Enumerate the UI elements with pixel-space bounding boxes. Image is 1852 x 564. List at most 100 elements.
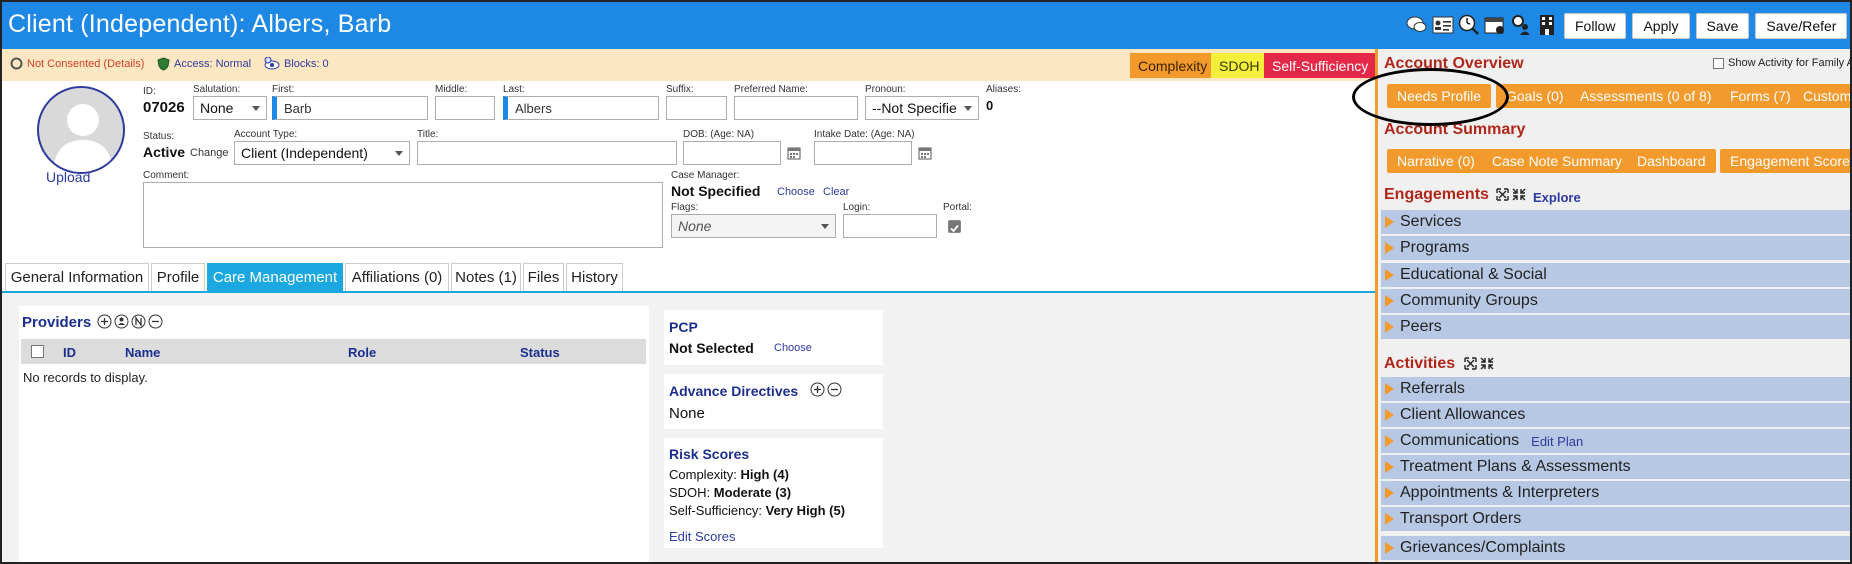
activity-item-label: Client Allowances <box>1400 406 1526 423</box>
expand-collapse-icon[interactable] <box>1496 188 1526 201</box>
follow-button[interactable]: Follow <box>1564 13 1627 39</box>
consent-status[interactable]: Not Consented (Details) <box>10 57 144 70</box>
upload-link[interactable]: Upload <box>46 169 90 185</box>
edit-scores-link[interactable]: Edit Scores <box>669 529 735 544</box>
save-refer-button[interactable]: Save/Refer <box>1755 13 1848 39</box>
activity-item-grievances[interactable]: Grievances/Complaints <box>1381 536 1850 560</box>
id-card-icon[interactable] <box>1432 14 1454 36</box>
self-sufficiency-badge[interactable]: Self-Sufficiency <box>1264 53 1377 78</box>
edit-plan-link[interactable]: Edit Plan <box>1531 434 1583 449</box>
assessments-button[interactable]: Assessments (0 of 8) <box>1570 84 1722 108</box>
salutation-select[interactable]: None <box>193 96 267 120</box>
engagement-item-label: Services <box>1400 213 1462 230</box>
id-label: ID: <box>143 86 156 97</box>
tab-bar: General Information Profile Care Managem… <box>2 260 1375 293</box>
flags-select[interactable]: None <box>671 214 836 238</box>
narrative-button[interactable]: Narrative (0) <box>1387 149 1485 173</box>
tab-notes[interactable]: Notes (1) <box>451 263 521 291</box>
sdoh-badge[interactable]: SDOH <box>1211 53 1268 78</box>
header-button-bar: Follow Apply Save Save/Refer Ca <box>1564 13 1850 39</box>
engagement-item-services[interactable]: Services <box>1381 210 1850 234</box>
blocks-link[interactable]: Blocks: 0 <box>284 58 329 70</box>
tab-affiliations[interactable]: Affiliations (0) <box>345 263 449 291</box>
column-id[interactable]: ID <box>63 345 76 360</box>
suffix-field[interactable] <box>666 96 727 120</box>
activity-item-client-allowances[interactable]: Client Allowances <box>1381 403 1850 427</box>
apply-button[interactable]: Apply <box>1632 13 1690 39</box>
forms-button[interactable]: Forms (7) <box>1720 84 1801 108</box>
login-field[interactable] <box>843 214 937 238</box>
show-activity-checkbox[interactable] <box>1713 57 1724 69</box>
engagement-item-community-groups[interactable]: Community Groups <box>1381 289 1850 313</box>
tab-general-information[interactable]: General Information <box>5 263 149 291</box>
id-value: 07026 <box>143 99 185 116</box>
account-type-select[interactable]: Client (Independent) <box>234 141 410 165</box>
salutation-value: None <box>200 100 234 116</box>
case-manager-clear-link[interactable]: Clear <box>823 186 849 198</box>
person-circle-icon[interactable] <box>114 314 129 329</box>
eye-block-icon <box>264 57 280 70</box>
status-change-link[interactable]: Change <box>190 147 229 159</box>
last-name-field[interactable]: Albers <box>503 96 659 120</box>
tab-profile[interactable]: Profile <box>151 263 205 291</box>
sdoh-score-label: SDOH: <box>669 485 711 500</box>
select-all-checkbox[interactable] <box>31 345 44 358</box>
activity-item-treatment-plans[interactable]: Treatment Plans & Assessments <box>1381 455 1850 479</box>
column-status[interactable]: Status <box>520 345 560 360</box>
save-button[interactable]: Save <box>1695 13 1750 39</box>
comment-textarea[interactable] <box>143 182 663 248</box>
dashboard-button[interactable]: Dashboard <box>1627 149 1716 173</box>
login-label: Login: <box>843 202 871 213</box>
explore-link[interactable]: Explore <box>1533 190 1581 205</box>
n-circle-icon[interactable] <box>131 314 146 329</box>
column-name[interactable]: Name <box>125 345 160 360</box>
activity-item-communications[interactable]: Communications Edit Plan <box>1381 429 1850 453</box>
title-field[interactable] <box>417 141 677 165</box>
tab-care-management[interactable]: Care Management <box>207 263 343 291</box>
calendar-icon[interactable] <box>1484 14 1506 36</box>
show-activity-toggle[interactable]: Show Activity for Family Ac <box>1713 57 1852 69</box>
calendar-icon[interactable] <box>787 146 801 160</box>
self-sufficiency-score-value: Very High (5) <box>765 503 846 518</box>
pronoun-select[interactable]: --Not Specifie <box>865 96 979 120</box>
show-activity-label: Show Activity for Family Ac <box>1728 57 1852 69</box>
pcp-choose-link[interactable]: Choose <box>774 342 812 354</box>
custom-button[interactable]: Custom <box>1793 84 1850 108</box>
plus-circle-icon[interactable] <box>810 382 825 397</box>
last-name-label: Last: <box>503 84 525 95</box>
building-icon[interactable] <box>1536 14 1558 36</box>
engagement-item-programs[interactable]: Programs <box>1381 236 1850 260</box>
activity-item-appointments[interactable]: Appointments & Interpreters <box>1381 481 1850 505</box>
clock-search-icon[interactable] <box>1458 14 1480 36</box>
plus-circle-icon[interactable] <box>97 314 112 329</box>
tab-history[interactable]: History <box>566 263 623 291</box>
activity-item-transport-orders[interactable]: Transport Orders <box>1381 507 1850 531</box>
case-manager-choose-link[interactable]: Choose <box>777 186 815 198</box>
case-note-summary-button[interactable]: Case Note Summary <box>1482 149 1632 173</box>
portal-checkbox[interactable] <box>948 220 961 233</box>
intake-date-field[interactable] <box>814 141 912 165</box>
tab-files[interactable]: Files <box>523 263 564 291</box>
engagement-scores-button[interactable]: Engagement Scores <box>1720 149 1850 173</box>
consent-link[interactable]: Not Consented (Details) <box>27 58 144 70</box>
engagement-item-educational-social[interactable]: Educational & Social <box>1381 263 1850 287</box>
expand-arrow-icon <box>1385 542 1394 554</box>
aliases-value[interactable]: 0 <box>986 98 993 113</box>
preferred-name-field[interactable] <box>734 96 858 120</box>
activity-item-referrals[interactable]: Referrals <box>1381 377 1850 401</box>
expand-collapse-icon[interactable] <box>1464 357 1494 370</box>
complexity-badge[interactable]: Complexity <box>1130 53 1216 78</box>
minus-circle-icon[interactable] <box>148 314 163 329</box>
chat-icon[interactable] <box>1406 14 1428 36</box>
middle-name-field[interactable] <box>435 96 495 120</box>
engagement-item-peers[interactable]: Peers <box>1381 315 1850 339</box>
gear-person-icon[interactable] <box>1510 14 1532 36</box>
dob-field[interactable] <box>683 141 781 165</box>
minus-circle-icon[interactable] <box>827 382 842 397</box>
pronoun-value: --Not Specifie <box>872 100 957 116</box>
care-management-content: Providers ID Name Role Status No records… <box>2 293 1375 562</box>
calendar-icon[interactable] <box>918 146 932 160</box>
column-role[interactable]: Role <box>348 345 376 360</box>
blocks-status[interactable]: Blocks: 0 <box>264 57 329 71</box>
first-name-field[interactable]: Barb <box>272 96 428 120</box>
